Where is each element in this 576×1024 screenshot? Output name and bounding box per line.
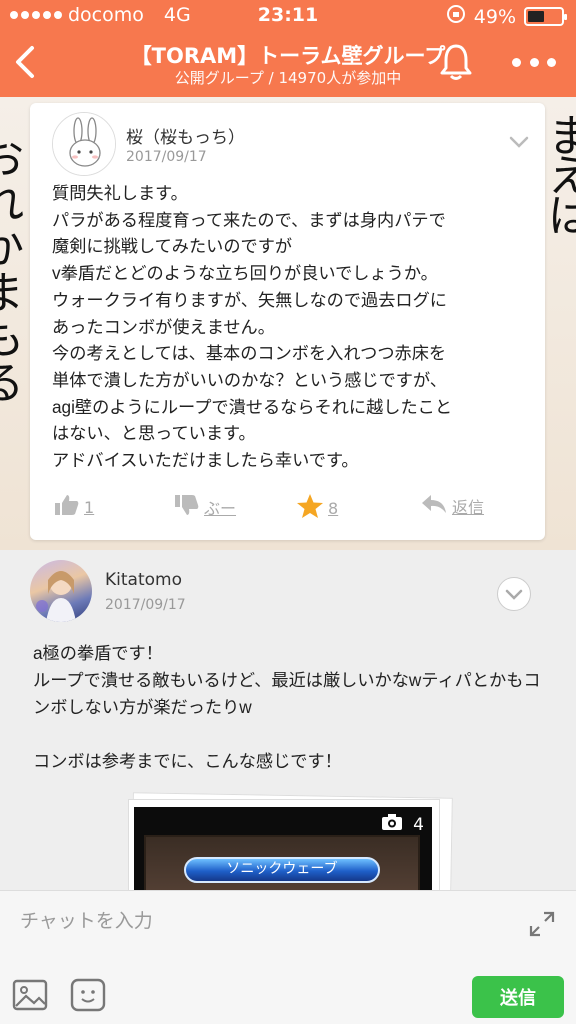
like-button[interactable]: 1	[54, 493, 94, 521]
reply-label: 返信	[452, 498, 485, 517]
background-char: か	[0, 223, 24, 274]
top-bar: docomo 4G 23:11 49% 【TORAM】トーラム壁グループ 公開グ…	[0, 0, 576, 97]
battery-icon	[524, 7, 567, 26]
boo-button[interactable]: ぶー	[174, 493, 236, 521]
star-button[interactable]: 8	[296, 493, 338, 523]
reply-body: a極の拳盾です！ ループで潰せる敵もいるけど、最近は厳しいかなwティパとかもコン…	[33, 643, 541, 771]
game-skill-button: ソニックウェーブ	[184, 857, 380, 883]
chevron-down-icon[interactable]	[508, 131, 530, 153]
post-body: 質問失礼します。 パラがある程度育って来たので、まずは身内パテで 魔剣に挑戦して…	[52, 183, 453, 471]
reply-author[interactable]: Kitatomo	[105, 570, 182, 590]
star-count: 8	[328, 498, 339, 518]
camera-icon	[381, 813, 403, 836]
reply-date: 2017/09/17	[105, 597, 186, 613]
photo-thumbnail[interactable]: ソニックウェーブ 4	[134, 807, 432, 897]
reply-item: Kitatomo 2017/09/17 a極の拳盾です！ ループで潰せる敵もいる…	[0, 550, 576, 899]
boo-label: ぶー	[204, 499, 237, 518]
bell-icon[interactable]	[438, 42, 474, 82]
avatar[interactable]	[52, 112, 116, 176]
chevron-down-icon[interactable]	[497, 577, 531, 611]
chat-input[interactable]	[0, 891, 500, 953]
image-picker-icon[interactable]	[12, 978, 48, 1012]
battery-percent: 49%	[473, 5, 516, 28]
post-author[interactable]: 桜（桜もっち）	[126, 123, 245, 148]
background-char: ま	[0, 268, 24, 319]
background-char: お	[0, 133, 24, 184]
thumbs-up-icon	[54, 493, 80, 521]
photo-count-value: 4	[413, 814, 424, 835]
rotation-lock-icon	[446, 4, 466, 29]
group-title: 【TORAM】トーラム壁グループ	[130, 44, 446, 68]
like-count: 1	[84, 497, 95, 517]
avatar[interactable]	[30, 560, 92, 622]
more-options-button[interactable]	[512, 50, 556, 74]
post-actions: 1 ぶー 8 返信	[30, 493, 545, 527]
background-char: も	[0, 313, 24, 364]
expand-icon[interactable]	[528, 910, 556, 942]
background-char: は	[548, 191, 576, 242]
photo-count: 4	[381, 813, 424, 836]
reply-button[interactable]: 返信	[420, 493, 484, 519]
group-subtitle: 公開グループ / 14970人が参加中	[174, 69, 402, 87]
stamp-icon[interactable]	[70, 978, 106, 1012]
status-bar: docomo 4G 23:11 49%	[0, 0, 576, 32]
photo-album[interactable]: ソニックウェーブ 4	[124, 792, 454, 899]
reply-arrow-icon	[420, 493, 448, 519]
background-char: れ	[0, 178, 24, 229]
background-char: る	[0, 358, 24, 409]
send-button[interactable]: 送信	[472, 976, 564, 1018]
star-icon	[296, 493, 324, 523]
post-card: 桜（桜もっち） 2017/09/17 質問失礼します。 パラがある程度育って来た…	[30, 103, 545, 540]
post-date: 2017/09/17	[126, 149, 207, 165]
thumbs-down-icon	[174, 493, 200, 521]
